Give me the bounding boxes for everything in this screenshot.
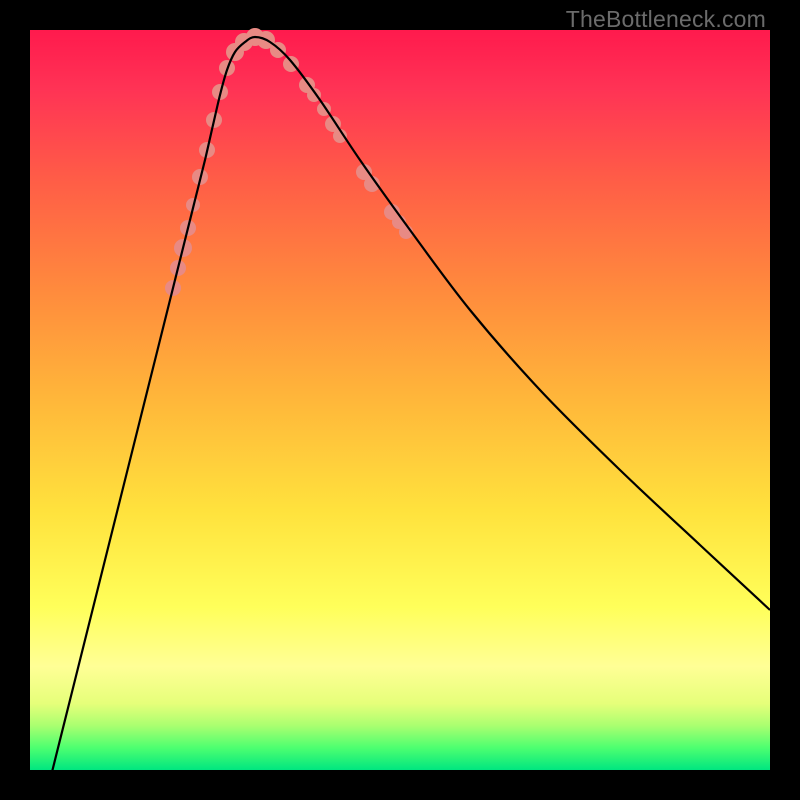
chart-container: TheBottleneck.com [0,0,800,800]
chart-svg [30,30,770,770]
main-curve-path [50,37,770,780]
plot-area [30,30,770,770]
watermark-text: TheBottleneck.com [566,6,766,33]
marker-group [165,28,413,296]
